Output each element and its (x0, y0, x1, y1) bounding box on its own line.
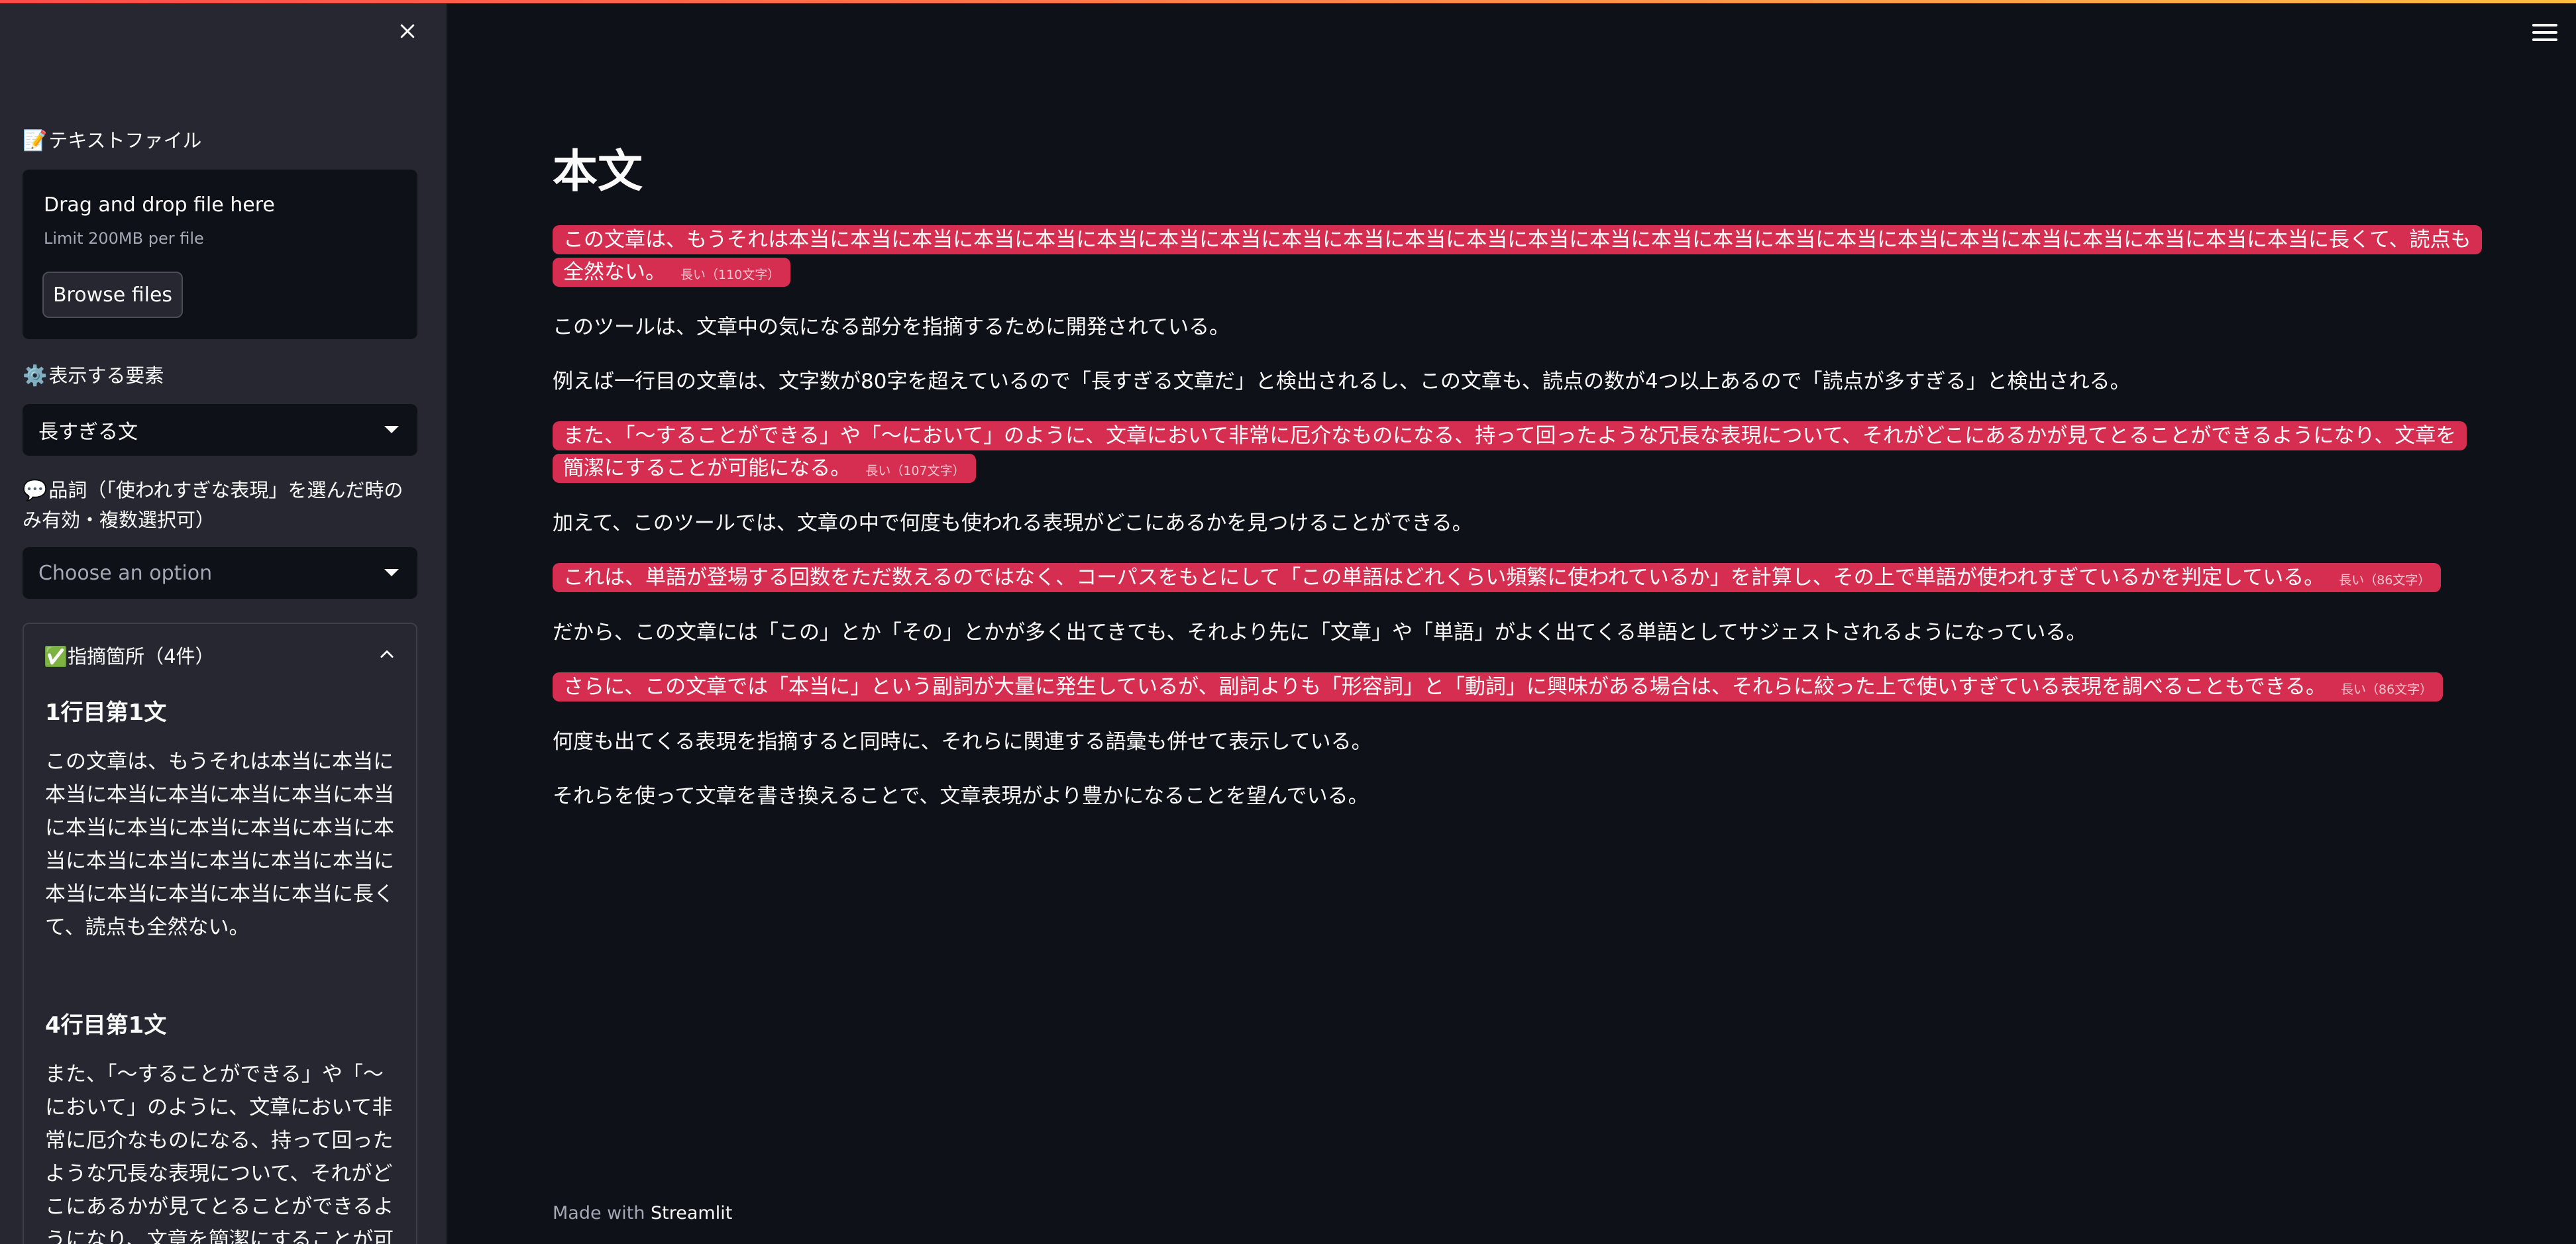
sentence-text: また、「〜することができる」や「〜において」のように、文章において非常に厄介なも… (563, 424, 2457, 480)
dropzone-title: Drag and drop file here (44, 193, 275, 217)
element-select[interactable]: 長すぎる文 (23, 404, 417, 456)
sidebar: 📝テキストファイル Drag and drop file here Limit … (0, 0, 447, 1244)
streamlit-link[interactable]: Streamlit (651, 1203, 732, 1223)
hamburger-menu-icon (2532, 24, 2557, 26)
hamburger-bar (2532, 38, 2557, 41)
long-sentence-highlight: さらに、この文章では「本当に」という副詞が大量に発生しているが、副詞よりも「形容… (553, 672, 2443, 701)
text-line: 加えて、このツールでは、文章の中で何度も使われる表現がどこにあるかを見つけること… (553, 511, 1473, 535)
document-body: この文章は、もうそれは本当に本当に本当に本当に本当に本当に本当に本当に本当に本当… (553, 224, 2482, 812)
hamburger-bar (2532, 31, 2557, 34)
check-icon: ✅ (44, 645, 68, 668)
length-tag: 長い（107文字） (865, 464, 965, 478)
file-dropzone[interactable]: Drag and drop file here Limit 200MB per … (23, 170, 417, 339)
browse-files-button[interactable]: Browse files (42, 272, 183, 318)
chevron-up-icon[interactable] (378, 645, 396, 664)
length-tag: 長い（86文字） (2341, 682, 2433, 697)
long-sentence-highlight: これは、単語が登場する回数をただ数えるのではなく、コーパスをもとにして「この単語… (553, 563, 2442, 592)
pos-label: 💬品詞（「使われすぎな表現」を選んだ時のみ有効・複数選択可） (23, 476, 413, 535)
finding-item: 4行目第1文 また、「〜することができる」や「〜において」のように、文章において… (45, 1007, 396, 1244)
file-label: 📝テキストファイル (23, 126, 202, 156)
sentence-text: さらに、この文章では「本当に」という副詞が大量に発生しているが、副詞よりも「形容… (563, 675, 2327, 699)
text-line: 何度も出てくる表現を指摘すると同時に、それらに関連する語彙も併せて表示している。 (553, 730, 1372, 754)
text-line: これは、単語が登場する回数をただ数えるのではなく、コーパスをもとにして「この単語… (553, 562, 2474, 597)
element-label-text: 表示する要素 (48, 364, 164, 387)
text-line: このツールは、文章中の気になる部分を指摘するために開発されている。 (553, 315, 1230, 339)
chevron-down-icon (384, 426, 399, 433)
text-line: さらに、この文章では「本当に」という副詞が大量に発生しているが、副詞よりも「形容… (553, 671, 2474, 706)
sentence-text: これは、単語が登場する回数をただ数えるのではなく、コーパスをもとにして「この単語… (563, 566, 2325, 590)
chevron-down-icon (384, 569, 399, 576)
top-accent-bar (0, 0, 2576, 3)
long-sentence-highlight: この文章は、もうそれは本当に本当に本当に本当に本当に本当に本当に本当に本当に本当… (553, 225, 2482, 287)
element-label: ⚙️表示する要素 (23, 361, 164, 391)
dropzone-limit: Limit 200MB per file (44, 229, 204, 248)
text-line: だから、この文章には「この」とか「その」とかが多く出てきても、それより先に「文章… (553, 621, 2087, 645)
gear-icon: ⚙️ (23, 364, 48, 388)
main-menu-button[interactable] (2532, 20, 2557, 45)
sentence-text: この文章は、もうそれは本当に本当に本当に本当に本当に本当に本当に本当に本当に本当… (563, 228, 2471, 284)
pos-label-text: 品詞（「使われすぎな表現」を選んだ時のみ有効・複数選択可） (23, 479, 403, 531)
finding-item: 1行目第1文 この文章は、もうそれは本当に本当に本当に本当に本当に本当に本当に本… (45, 694, 396, 944)
finding-text: また、「〜することができる」や「〜において」のように、文章において非常に厄介なも… (45, 1063, 394, 1244)
pos-multiselect[interactable]: Choose an option (23, 547, 417, 599)
text-line: この文章は、もうそれは本当に本当に本当に本当に本当に本当に本当に本当に本当に本当… (553, 224, 2482, 291)
app-root: 📝テキストファイル Drag and drop file here Limit … (0, 0, 2576, 1244)
finding-heading: 1行目第1文 (45, 700, 167, 726)
main-content: 本文 この文章は、もうそれは本当に本当に本当に本当に本当に本当に本当に本当に本当… (553, 132, 2482, 835)
long-sentence-highlight: また、「〜することができる」や「〜において」のように、文章において非常に厄介なも… (553, 421, 2467, 483)
close-icon (400, 24, 415, 38)
pos-select-placeholder: Choose an option (38, 561, 213, 585)
finding-heading: 4行目第1文 (45, 1012, 167, 1039)
file-label-text: テキストファイル (48, 129, 202, 152)
expander-title: 指摘箇所（4件） (68, 645, 215, 668)
close-sidebar-button[interactable] (391, 15, 424, 48)
text-line: また、「〜することができる」や「〜において」のように、文章において非常に厄介なも… (553, 420, 2474, 488)
finding-text: この文章は、もうそれは本当に本当に本当に本当に本当に本当に本当に本当に本当に本当… (45, 750, 394, 939)
footer-prefix: Made with (553, 1203, 651, 1223)
text-line: それらを使って文章を書き換えることで、文章表現がより豊かになることを望んでいる。 (553, 784, 1369, 808)
findings-expander: ✅指摘箇所（4件） 1行目第1文 この文章は、もうそれは本当に本当に本当に本当に… (23, 623, 417, 1244)
footer: Made with Streamlit (553, 1203, 732, 1223)
expander-header[interactable]: ✅指摘箇所（4件） (44, 641, 215, 669)
text-line: 例えば一行目の文章は、文字数が80字を超えているので「長すぎる文章だ」と検出され… (553, 370, 2131, 393)
length-tag: 長い（110文字） (680, 268, 780, 282)
speech-bubble-icon: 💬 (23, 479, 48, 502)
memo-icon: 📝 (23, 129, 48, 152)
element-select-value: 長すぎる文 (38, 421, 138, 444)
length-tag: 長い（86文字） (2339, 573, 2431, 588)
page-title: 本文 (553, 146, 643, 198)
